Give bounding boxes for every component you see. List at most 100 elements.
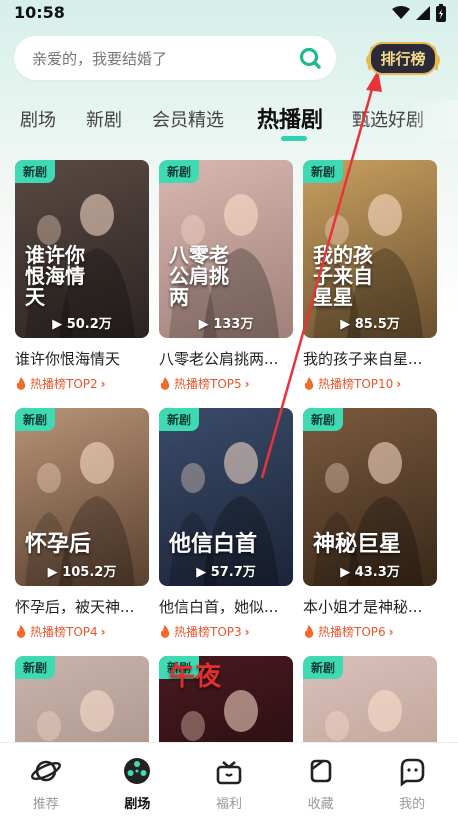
battery-icon xyxy=(436,4,446,22)
drama-card[interactable]: 新剧 我的孩子来自星星 ▶ 85.5万我的孩子来自星... 热播榜TOP10 › xyxy=(303,160,437,392)
rank-tag[interactable]: 热播榜TOP5 › xyxy=(159,375,293,392)
new-badge: 新剧 xyxy=(159,160,200,183)
nav-profile-label: 我的 xyxy=(399,797,426,812)
rank-label: 热播榜TOP3 xyxy=(174,625,242,639)
view-count-value: 57.7万 xyxy=(210,565,256,580)
status-icons xyxy=(392,4,446,22)
drama-card[interactable]: 新剧 他信白首 ▶ 57.7万 他信白首，她似... 热播榜TOP3 › xyxy=(159,408,293,640)
play-icon: ▶ xyxy=(52,317,63,332)
poster-title-art: 午夜 xyxy=(169,662,222,692)
flame-icon xyxy=(16,377,26,390)
rank-tag[interactable]: 热播榜TOP4 › xyxy=(15,623,149,640)
nav-recommend[interactable]: 推荐 xyxy=(0,743,92,820)
tab-new[interactable]: 新剧 xyxy=(86,106,122,132)
rank-tag[interactable]: 热播榜TOP6 › xyxy=(303,623,437,640)
new-badge: 新剧 xyxy=(303,160,344,183)
view-count: ▶ 43.3万 xyxy=(303,561,437,580)
view-count: ▶ 50.2万 xyxy=(15,313,149,332)
new-badge: 新剧 xyxy=(303,408,344,431)
wifi-icon xyxy=(392,6,410,19)
bookmark-icon xyxy=(310,759,331,783)
rank-tag[interactable]: 热播榜TOP10 › xyxy=(303,375,437,392)
status-time: 10:58 xyxy=(14,3,65,22)
poster-title-art: 神秘巨星 xyxy=(313,530,402,557)
chevron-right-icon: › xyxy=(396,376,402,391)
ranking-button-label: 排行榜 xyxy=(369,41,437,75)
new-badge: 新剧 xyxy=(15,408,56,431)
tabs-fade xyxy=(408,100,458,140)
new-badge: 新剧 xyxy=(303,656,344,679)
rank-label: 热播榜TOP10 xyxy=(318,377,394,391)
flame-icon xyxy=(160,377,170,390)
drama-card[interactable]: 新剧 怀孕后 ▶ 105.2万 怀孕后，被天神... 热播榜TOP4 › xyxy=(15,408,149,640)
chevron-right-icon: › xyxy=(244,376,250,391)
new-badge: 新剧 xyxy=(15,656,56,679)
nav-profile[interactable]: 我的 xyxy=(366,743,458,820)
new-badge: 新剧 xyxy=(15,160,56,183)
nav-welfare-label: 福利 xyxy=(215,797,242,812)
play-icon: ▶ xyxy=(47,565,58,580)
search-row: 亲爱的，我要结婚了 排行榜 xyxy=(14,36,444,80)
search-input[interactable]: 亲爱的，我要结婚了 xyxy=(14,36,336,80)
drama-title[interactable]: 本小姐才是神秘... xyxy=(303,596,437,617)
profile-icon xyxy=(400,758,425,787)
nav-welfare[interactable]: 福利 xyxy=(183,743,275,820)
view-count-value: 105.2万 xyxy=(62,565,117,580)
drama-poster[interactable]: 新剧 我的孩子来自星星 ▶ 85.5万 xyxy=(303,160,437,338)
view-count: ▶ 105.2万 xyxy=(15,561,149,580)
drama-poster[interactable]: 新剧 他信白首 ▶ 57.7万 xyxy=(159,408,293,586)
rank-label: 热播榜TOP5 xyxy=(174,377,242,391)
poster-title-art: 怀孕后 xyxy=(25,530,92,557)
drama-card[interactable]: 新剧 谁许你恨海情天 ▶ 50.2万 谁许你恨海情天 热播榜TOP2 › xyxy=(15,160,149,392)
rank-label: 热播榜TOP4 xyxy=(30,625,98,639)
chevron-right-icon: › xyxy=(388,624,394,639)
drama-title[interactable]: 谁许你恨海情天 xyxy=(15,348,149,369)
view-count: ▶ 57.7万 xyxy=(159,561,293,580)
flame-icon xyxy=(304,625,314,638)
status-bar: 10:58 xyxy=(0,0,458,28)
nav-favorites[interactable]: 收藏 xyxy=(275,743,367,820)
drama-title[interactable]: 他信白首，她似... xyxy=(159,596,293,617)
flame-icon xyxy=(304,377,314,390)
drama-title[interactable]: 八零老公肩挑两... xyxy=(159,348,293,369)
rank-label: 热播榜TOP2 xyxy=(30,377,98,391)
poster-title-art: 八零老公肩挑两 xyxy=(169,243,229,309)
tab-theater[interactable]: 剧场 xyxy=(20,106,56,132)
nav-recommend-label: 推荐 xyxy=(32,797,59,812)
rank-label: 热播榜TOP6 xyxy=(318,625,386,639)
drama-poster[interactable]: 新剧怀孕后 ▶ 105.2万 xyxy=(15,408,149,586)
drama-poster[interactable]: 新剧八零老公肩挑两 ▶ 133万 xyxy=(159,160,293,338)
planet-icon xyxy=(30,760,61,782)
poster-artwork xyxy=(25,442,135,586)
drama-card[interactable]: 新剧神秘巨星 ▶ 43.3万 本小姐才是神秘... 热播榜TOP6 › xyxy=(303,408,437,640)
tab-trending[interactable]: 热播剧 xyxy=(257,102,323,134)
play-icon: ▶ xyxy=(340,317,351,332)
nav-theater-label: 剧场 xyxy=(124,797,151,812)
poster-title-art: 谁许你恨海情天 xyxy=(25,243,85,309)
nav-theater[interactable]: 剧场 xyxy=(92,743,184,820)
view-count-value: 85.5万 xyxy=(354,317,400,332)
drama-card[interactable]: 新剧 八零老公肩挑两 ▶ 133万 八零老公肩挑两... 热播榜TOP5 › xyxy=(159,160,293,392)
view-count-value: 133万 xyxy=(213,317,254,332)
rank-tag[interactable]: 热播榜TOP2 › xyxy=(15,375,149,392)
tab-member-picks[interactable]: 会员精选 xyxy=(152,106,224,132)
chevron-right-icon: › xyxy=(100,376,106,391)
rank-tag[interactable]: 热播榜TOP3 › xyxy=(159,623,293,640)
drama-title[interactable]: 我的孩子来自星... xyxy=(303,348,437,369)
drama-poster[interactable]: 新剧神秘巨星 ▶ 43.3万 xyxy=(303,408,437,586)
drama-title[interactable]: 怀孕后，被天神... xyxy=(15,596,149,617)
ranking-button[interactable]: 排行榜 xyxy=(364,38,442,78)
drama-poster[interactable]: 新剧谁许你恨海情天 ▶ 50.2万 xyxy=(15,160,149,338)
poster-title-art: 他信白首 xyxy=(169,530,258,557)
signal-icon xyxy=(416,6,430,20)
play-icon: ▶ xyxy=(198,317,209,332)
play-icon: ▶ xyxy=(340,565,351,580)
poster-artwork xyxy=(313,442,423,586)
gift-icon xyxy=(216,761,242,785)
view-count: ▶ 133万 xyxy=(159,313,293,332)
bottom-nav: 推荐 剧场 福利 收藏 我的 xyxy=(0,742,458,820)
tab-indicator xyxy=(281,136,307,141)
category-tabs: 剧场 新剧 会员精选 热播剧 甄选好剧 xyxy=(0,100,458,140)
chevron-right-icon: › xyxy=(244,624,250,639)
search-icon[interactable] xyxy=(298,46,322,70)
